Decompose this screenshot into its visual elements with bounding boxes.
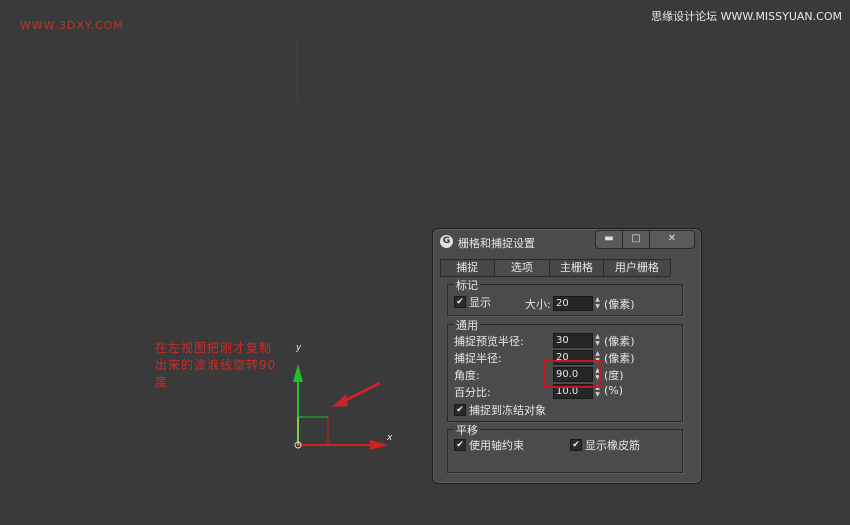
tab-snaps[interactable]: 捕捉	[440, 259, 495, 276]
marks-group-title: 标记	[454, 277, 480, 293]
percent-unit: (%)	[604, 384, 624, 397]
size-spinner[interactable]: ▲ ▼	[594, 296, 601, 310]
snap-radius-unit: (像素)	[604, 352, 635, 365]
axis-gizmo-icon	[293, 364, 388, 450]
angle-highlight-box	[543, 360, 601, 388]
size-input[interactable]: 20	[553, 296, 593, 311]
tab-options[interactable]: 选项	[493, 259, 551, 276]
size-unit: (像素)	[604, 298, 635, 311]
angle-label: 角度:	[454, 369, 480, 382]
snap-radius-label: 捕捉半径:	[454, 352, 502, 365]
grid-snap-settings-dialog: G 栅格和捕捉设置 ▬ □ ✕ 捕捉 选项 主栅格 用户栅格 标记 ✔ 显示 大…	[432, 228, 702, 484]
preview-radius-input[interactable]: 30	[553, 333, 593, 348]
checkmark-icon: ✔	[456, 405, 464, 415]
minimize-icon: ▬	[604, 233, 614, 244]
rubber-band-label: 显示橡皮筋	[585, 439, 640, 452]
preview-radius-unit: (像素)	[604, 335, 635, 348]
axis-constraint-checkbox[interactable]: ✔	[454, 439, 466, 451]
axis-constraint-label: 使用轴约束	[469, 439, 524, 452]
show-marks-checkbox[interactable]: ✔	[454, 296, 466, 308]
tab-user-grids[interactable]: 用户栅格	[602, 259, 671, 276]
snap-frozen-label: 捕捉到冻结对象	[469, 404, 546, 417]
tab-home-grid[interactable]: 主栅格	[549, 259, 604, 276]
watermark-left: WWW.3DXY.COM	[20, 19, 124, 32]
size-label: 大小:	[525, 298, 551, 311]
preview-radius-label: 捕捉预览半径:	[454, 335, 524, 348]
maximize-icon: □	[631, 233, 641, 244]
translation-group-title: 平移	[454, 422, 480, 438]
dialog-titlebar[interactable]: G 栅格和捕捉设置 ▬ □ ✕	[433, 229, 701, 253]
app-logo-icon: G	[440, 235, 453, 248]
tab-bar: 捕捉 选项 主栅格 用户栅格	[440, 259, 671, 277]
general-group-title: 通用	[454, 317, 480, 333]
spinner-arrows-icon: ▲ ▼	[595, 333, 600, 347]
minimize-button[interactable]: ▬	[595, 230, 623, 249]
preview-radius-spinner[interactable]: ▲ ▼	[594, 333, 601, 347]
axis-y-label: y	[296, 343, 302, 353]
snap-frozen-checkbox[interactable]: ✔	[454, 404, 466, 416]
maximize-button[interactable]: □	[622, 230, 650, 249]
watermark-right: 思缘设计论坛 WWW.MISSYUAN.COM	[651, 10, 842, 23]
window-controls: ▬ □ ✕	[595, 230, 695, 249]
red-wave-line	[297, 40, 298, 100]
checkmark-icon: ✔	[572, 440, 580, 450]
angle-unit: (度)	[604, 369, 624, 382]
close-icon: ✕	[667, 233, 677, 244]
percent-label: 百分比:	[454, 386, 491, 399]
checkmark-icon: ✔	[456, 440, 464, 450]
close-button[interactable]: ✕	[649, 230, 695, 249]
instruction-note: 在左视图把刚才复制出来的波浪线旋转90度	[155, 341, 277, 389]
rubber-band-checkbox[interactable]: ✔	[570, 439, 582, 451]
spinner-arrows-icon: ▲ ▼	[595, 296, 600, 310]
checkmark-icon: ✔	[456, 297, 464, 307]
dialog-title: 栅格和捕捉设置	[458, 237, 535, 250]
axis-x-label: x	[387, 433, 393, 443]
show-marks-label: 显示	[469, 296, 491, 309]
viewport-gizmo: y x	[280, 340, 400, 460]
